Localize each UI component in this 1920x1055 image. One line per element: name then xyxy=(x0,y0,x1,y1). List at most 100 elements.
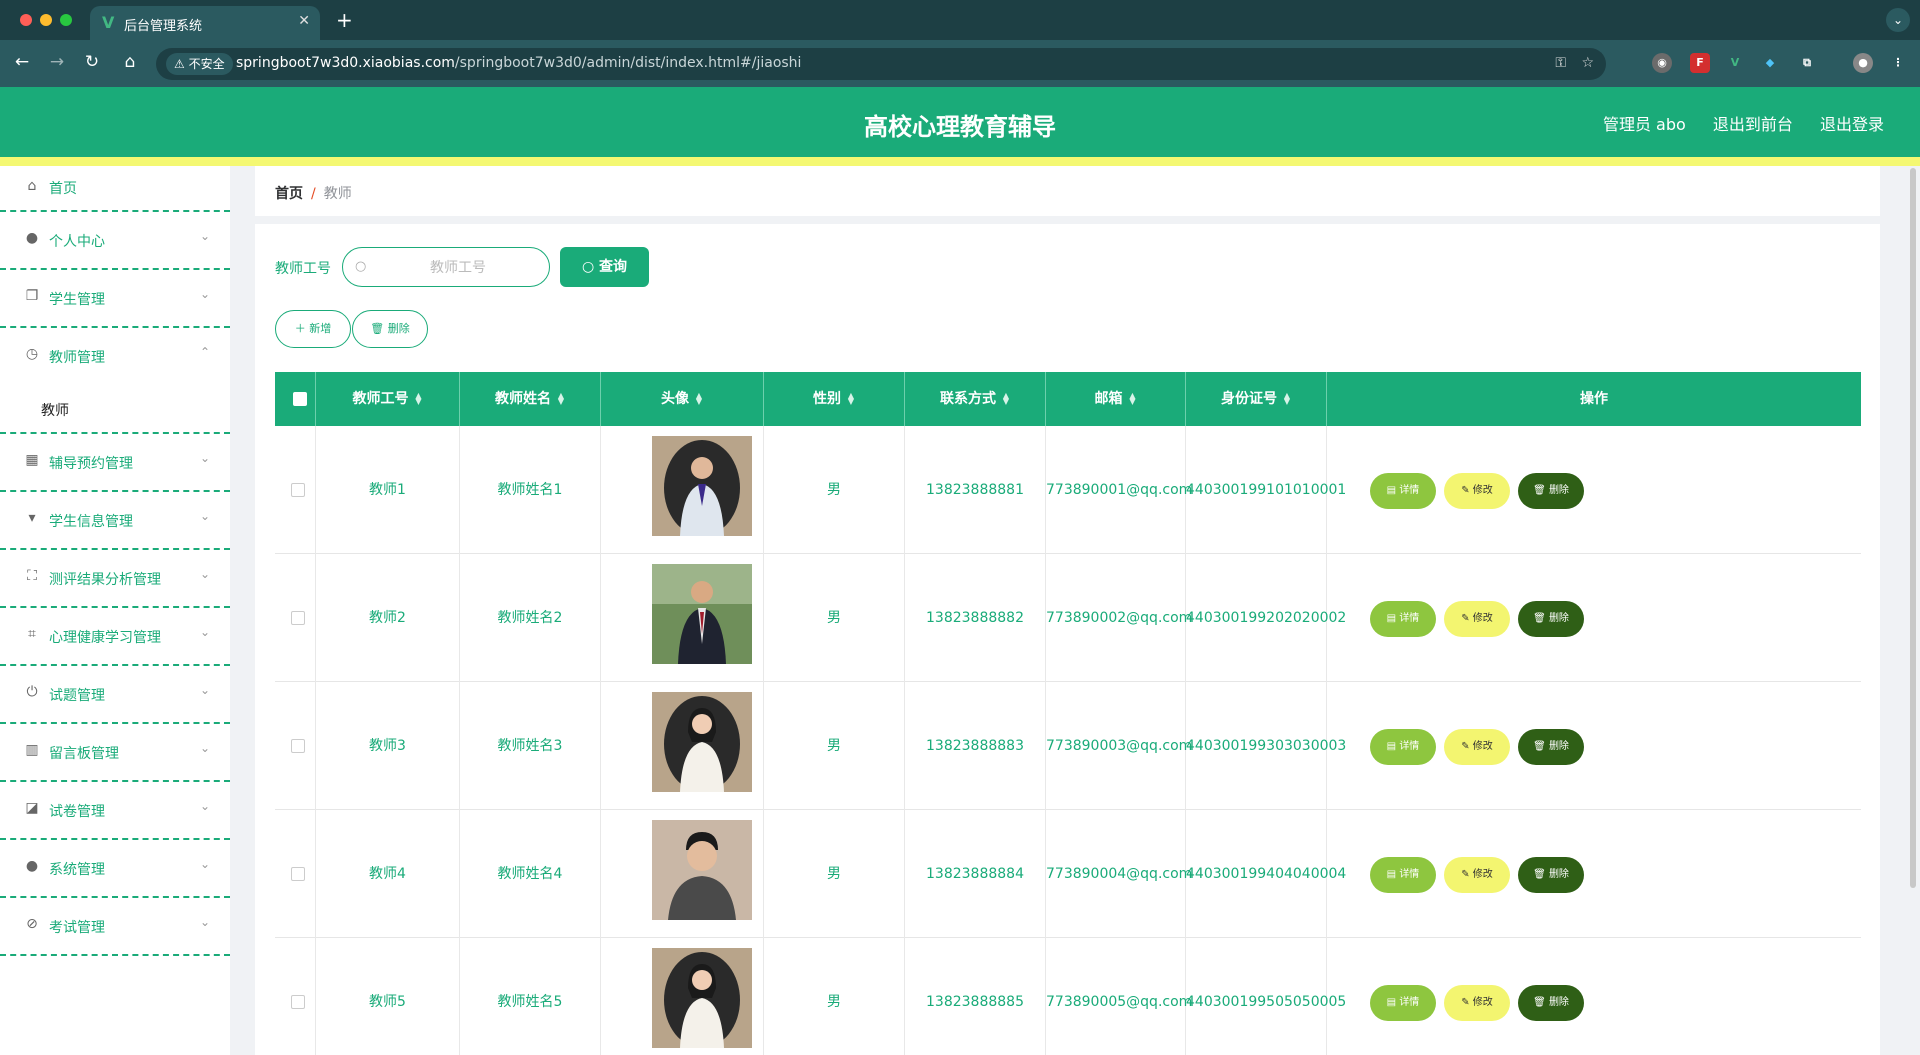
forward-arrow-icon[interactable]: → xyxy=(45,52,69,72)
breadcrumb-separator: / xyxy=(311,186,316,202)
column-header-avatar[interactable]: 头像 ▲ ▼ xyxy=(601,372,764,426)
sidebar-item-system-management[interactable]: ● 系统管理 ⌄ xyxy=(0,840,230,898)
window-maximize-button[interactable] xyxy=(60,14,72,26)
trash-icon: 🗑 xyxy=(370,322,385,335)
sort-icon[interactable]: ▲ ▼ xyxy=(1129,392,1137,406)
column-header-idcard[interactable]: 身份证号 ▲ ▼ xyxy=(1186,372,1327,426)
column-header-teacher-id[interactable]: 教师工号 ▲ ▼ xyxy=(316,372,460,426)
edit-button[interactable]: ✎ 修改 xyxy=(1444,473,1510,509)
breadcrumb-current: 教师 xyxy=(323,186,352,202)
insecure-badge[interactable]: ⚠ 不安全 xyxy=(166,53,233,75)
detail-button[interactable]: ▤ 详情 xyxy=(1370,857,1436,893)
sort-icon[interactable]: ▲ ▼ xyxy=(557,392,565,406)
tab-search-chevron-icon[interactable]: ⌄ xyxy=(1886,8,1910,32)
sidebar-item-student-info-management[interactable]: ▾ 学生信息管理 ⌄ xyxy=(0,492,230,550)
select-all-checkbox[interactable] xyxy=(293,392,307,406)
key-icon[interactable]: ⚿ xyxy=(1555,55,1566,71)
sidebar-item-paper-management[interactable]: ◪ 试卷管理 ⌄ xyxy=(0,782,230,840)
exit-to-front-link[interactable]: 退出到前台 xyxy=(1713,115,1793,134)
detail-button[interactable]: ▤ 详情 xyxy=(1370,473,1436,509)
detail-button[interactable]: ▤ 详情 xyxy=(1370,601,1436,637)
column-header-teacher-name[interactable]: 教师姓名 ▲ ▼ xyxy=(460,372,601,426)
row-select-cell xyxy=(275,810,316,938)
delete-button[interactable]: 🗑 删除 xyxy=(1518,729,1584,765)
cell-phone: 13823888882 xyxy=(905,554,1046,682)
sidebar-item-label: 考试管理 xyxy=(49,920,105,936)
extension-owl-icon[interactable]: ◉ xyxy=(1652,53,1672,73)
extension-pin-icon[interactable]: ◆ xyxy=(1760,53,1780,73)
sidebar-item-student-management[interactable]: ❐ 学生管理 ⌄ xyxy=(0,270,230,328)
sort-icon[interactable]: ▲ ▼ xyxy=(695,392,703,406)
tab-close-icon[interactable]: ✕ xyxy=(298,13,310,29)
column-header-label: 头像 xyxy=(661,391,689,407)
edit-button[interactable]: ✎ 修改 xyxy=(1444,729,1510,765)
search-input[interactable] xyxy=(373,256,543,280)
extension-vue-icon[interactable]: V xyxy=(1725,53,1745,73)
reload-icon[interactable]: ↻ xyxy=(80,52,104,72)
bookmark-star-icon[interactable]: ☆ xyxy=(1581,55,1594,71)
chevron-down-icon: ⌄ xyxy=(199,625,210,639)
detail-button[interactable]: ▤ 详情 xyxy=(1370,729,1436,765)
column-header-email[interactable]: 邮箱 ▲ ▼ xyxy=(1046,372,1186,426)
delete-button[interactable]: 🗑 删除 xyxy=(1518,601,1584,637)
sort-icon[interactable]: ▲ ▼ xyxy=(847,392,855,406)
delete-button[interactable]: 🗑 删除 xyxy=(1518,857,1584,893)
column-header-phone[interactable]: 联系方式 ▲ ▼ xyxy=(905,372,1046,426)
add-button[interactable]: ＋ 新增 xyxy=(275,310,351,348)
search-field[interactable]: ○ xyxy=(342,247,550,287)
page-scrollbar[interactable] xyxy=(1910,168,1916,888)
delete-button[interactable]: 🗑 删除 xyxy=(1518,985,1584,1021)
cell-avatar xyxy=(601,682,764,810)
sidebar-item-exam-management[interactable]: ⊘ 考试管理 ⌄ xyxy=(0,898,230,956)
breadcrumb-home[interactable]: 首页 xyxy=(275,186,303,202)
home-icon[interactable]: ⌂ xyxy=(118,52,142,72)
extension-fe-icon[interactable]: F xyxy=(1690,53,1710,73)
teacher-avatar-image xyxy=(652,692,752,792)
browser-tab[interactable]: V 后台管理系统 ✕ xyxy=(90,6,320,40)
edit-button[interactable]: ✎ 修改 xyxy=(1444,985,1510,1021)
row-checkbox[interactable] xyxy=(291,611,305,625)
new-tab-icon[interactable]: + xyxy=(336,8,353,32)
sidebar-item-home[interactable]: ⌂ 首页 xyxy=(0,166,230,212)
sidebar-item-teacher-management[interactable]: ◷ 教师管理 ⌃ xyxy=(0,328,230,386)
sidebar-item-mental-health-learning[interactable]: ⌗ 心理健康学习管理 ⌄ xyxy=(0,608,230,666)
row-checkbox[interactable] xyxy=(291,867,305,881)
cell-avatar xyxy=(601,426,764,554)
sidebar-item-personal-center[interactable]: ● 个人中心 ⌄ xyxy=(0,212,230,270)
sort-icon[interactable]: ▲ ▼ xyxy=(415,392,423,406)
vue-favicon-icon: V xyxy=(102,13,115,32)
sidebar-subitem-teacher[interactable]: 教师 xyxy=(0,386,230,434)
window-close-button[interactable] xyxy=(20,14,32,26)
query-button[interactable]: ○ 查询 xyxy=(560,247,649,287)
column-header-label: 操作 xyxy=(1580,391,1608,407)
edit-button[interactable]: ✎ 修改 xyxy=(1444,601,1510,637)
logout-link[interactable]: 退出登录 xyxy=(1820,115,1884,134)
edit-button[interactable]: ✎ 修改 xyxy=(1444,857,1510,893)
address-bar[interactable]: ⚠ 不安全 springboot7w3d0.xiaobias.com/sprin… xyxy=(156,48,1606,80)
sidebar-item-label: 首页 xyxy=(49,181,77,197)
batch-delete-label: 删除 xyxy=(387,322,410,335)
row-checkbox[interactable] xyxy=(291,483,305,497)
sort-icon[interactable]: ▲ ▼ xyxy=(1002,392,1010,406)
detail-button[interactable]: ▤ 详情 xyxy=(1370,985,1436,1021)
profile-avatar-icon[interactable]: ● xyxy=(1853,53,1873,73)
sort-icon[interactable]: ▲ ▼ xyxy=(1283,392,1291,406)
back-arrow-icon[interactable]: ← xyxy=(10,52,34,72)
chevron-down-icon: ⌄ xyxy=(199,567,210,581)
url-path: /springboot7w3d0/admin/dist/index.html#/… xyxy=(454,55,802,71)
extensions-puzzle-icon[interactable]: ⧉ xyxy=(1797,53,1817,73)
sidebar-item-assessment-analysis[interactable]: ⛶ 测评结果分析管理 ⌄ xyxy=(0,550,230,608)
sidebar-item-question-management[interactable]: ⏻ 试题管理 ⌄ xyxy=(0,666,230,724)
browser-menu-icon[interactable]: ⋮ xyxy=(1888,53,1908,73)
sidebar-item-appointment-management[interactable]: ▦ 辅导预约管理 ⌄ xyxy=(0,434,230,492)
window-minimize-button[interactable] xyxy=(40,14,52,26)
cell-phone: 13823888884 xyxy=(905,810,1046,938)
cell-avatar xyxy=(601,810,764,938)
batch-delete-button[interactable]: 🗑 删除 xyxy=(352,310,428,348)
sidebar-item-message-board[interactable]: ▥ 留言板管理 ⌄ xyxy=(0,724,230,782)
column-header-gender[interactable]: 性别 ▲ ▼ xyxy=(764,372,905,426)
delete-button[interactable]: 🗑 删除 xyxy=(1518,473,1584,509)
row-checkbox[interactable] xyxy=(291,739,305,753)
cell-teacher-id: 教师1 xyxy=(316,426,460,554)
row-checkbox[interactable] xyxy=(291,995,305,1009)
